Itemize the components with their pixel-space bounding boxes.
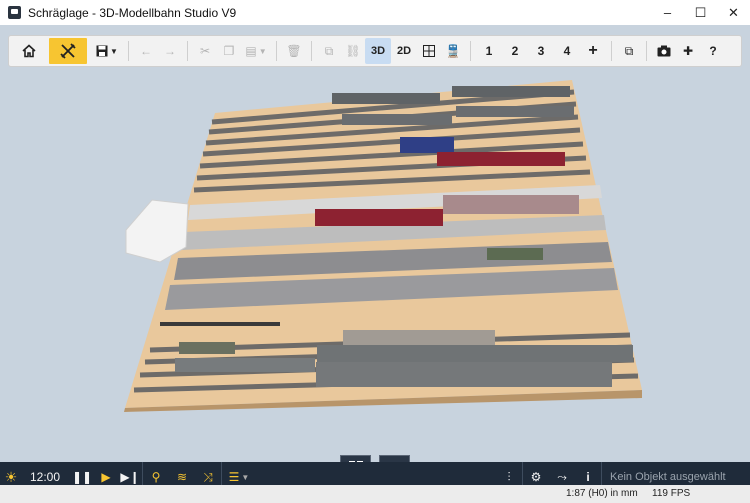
scissors-icon: ✂ — [199, 44, 211, 58]
camera-icon — [657, 45, 671, 57]
gear-icon: ⚙ — [530, 470, 542, 484]
maximize-button[interactable]: ☐ — [684, 0, 717, 25]
close-button[interactable]: ✕ — [717, 0, 750, 25]
toolbar-separator — [646, 41, 647, 61]
sun-icon: ☀ — [4, 468, 18, 485]
undo-button[interactable]: ← — [134, 38, 158, 64]
arrow-left-icon: ← — [140, 44, 152, 58]
sliders-icon: ⫶ — [507, 469, 511, 484]
window-controls: – ☐ ✕ — [651, 0, 750, 25]
view-2-button[interactable]: 2 — [502, 38, 528, 64]
puzzle-icon: ✚ — [682, 44, 694, 58]
shuffle-icon: ⤨ — [203, 469, 213, 484]
home-icon — [22, 44, 36, 58]
copy-button[interactable]: ❐ — [217, 38, 241, 64]
view-3-button[interactable]: 3 — [528, 38, 554, 64]
link-button[interactable]: ⛓ — [341, 38, 365, 64]
screenshot-button[interactable] — [652, 38, 676, 64]
toolbar-separator — [128, 41, 129, 61]
group-icon: ⧉ — [324, 43, 334, 58]
title-bar: Schräglage - 3D-Modellbahn Studio V9 – ☐… — [0, 0, 750, 25]
minimize-button[interactable]: – — [651, 0, 684, 25]
figures-row — [160, 322, 280, 326]
view-4-button[interactable]: 4 — [554, 38, 580, 64]
paste-icon: ▤ — [245, 44, 257, 58]
view-2d-button[interactable]: 2D — [391, 38, 417, 64]
save-icon — [96, 45, 108, 57]
paste-button[interactable]: ▤ ▼ — [241, 38, 271, 64]
window-view-button[interactable]: ⧉ — [617, 38, 641, 64]
toolbar-separator — [187, 41, 188, 61]
arrow-right-icon: → — [164, 44, 176, 58]
toolbar-separator — [311, 41, 312, 61]
fast-forward-icon: ▶❙ — [120, 470, 140, 484]
chevron-down-icon[interactable]: ▼ — [241, 473, 249, 482]
copy-icon: ❐ — [223, 44, 235, 58]
app-icon — [8, 6, 21, 19]
routing-icon: ⤳ — [557, 469, 567, 484]
delete-button[interactable]: 🗑 — [282, 38, 306, 64]
toolbar-separator — [611, 41, 612, 61]
plugins-button[interactable]: ✚ — [676, 38, 700, 64]
grid-view-button[interactable] — [417, 38, 441, 64]
link-icon: ⛓ — [345, 44, 361, 58]
cut-button[interactable]: ✂ — [193, 38, 217, 64]
trash-icon: 🗑 — [286, 44, 302, 58]
main-toolbar: ▼ ← → ✂ ❐ ▤ ▼ 🗑 ⧉ ⛓ 3D 2D 🚆 1 2 3 4 + ⧉ ✚… — [8, 35, 742, 67]
toolbar-separator — [470, 41, 471, 61]
chevron-down-icon[interactable]: ▼ — [259, 47, 267, 56]
grid-icon — [423, 45, 435, 57]
search-icon: ⚲ — [151, 470, 161, 484]
tools-icon — [60, 43, 76, 59]
tools-button[interactable] — [49, 38, 87, 64]
pause-icon: ❚❚ — [71, 470, 93, 484]
redo-button[interactable]: → — [158, 38, 182, 64]
layers-icon: ≋ — [176, 470, 188, 484]
list-icon: ☰ — [228, 470, 240, 484]
fps-label: 119 FPS — [652, 488, 691, 499]
play-icon: ▶ — [101, 470, 111, 484]
window-title: Schräglage - 3D-Modellbahn Studio V9 — [28, 5, 237, 20]
scale-label: 1:87 (H0) in mm — [566, 488, 638, 499]
home-button[interactable] — [13, 38, 45, 64]
add-view-button[interactable]: + — [580, 38, 606, 64]
status-bar: 1:87 (H0) in mm 119 FPS — [0, 485, 750, 503]
train-view-button[interactable]: 🚆 — [441, 38, 465, 64]
view-1-button[interactable]: 1 — [476, 38, 502, 64]
train-icon: 🚆 — [445, 44, 461, 58]
toolbar-separator — [276, 41, 277, 61]
help-button[interactable]: ? — [700, 38, 726, 64]
chevron-down-icon[interactable]: ▼ — [110, 47, 118, 56]
save-button[interactable]: ▼ — [91, 38, 123, 64]
3d-viewport[interactable] — [0, 73, 750, 463]
group-button[interactable]: ⧉ — [317, 38, 341, 64]
view-3d-button[interactable]: 3D — [365, 38, 391, 64]
windows-icon: ⧉ — [624, 43, 634, 58]
info-icon: i — [586, 470, 590, 484]
